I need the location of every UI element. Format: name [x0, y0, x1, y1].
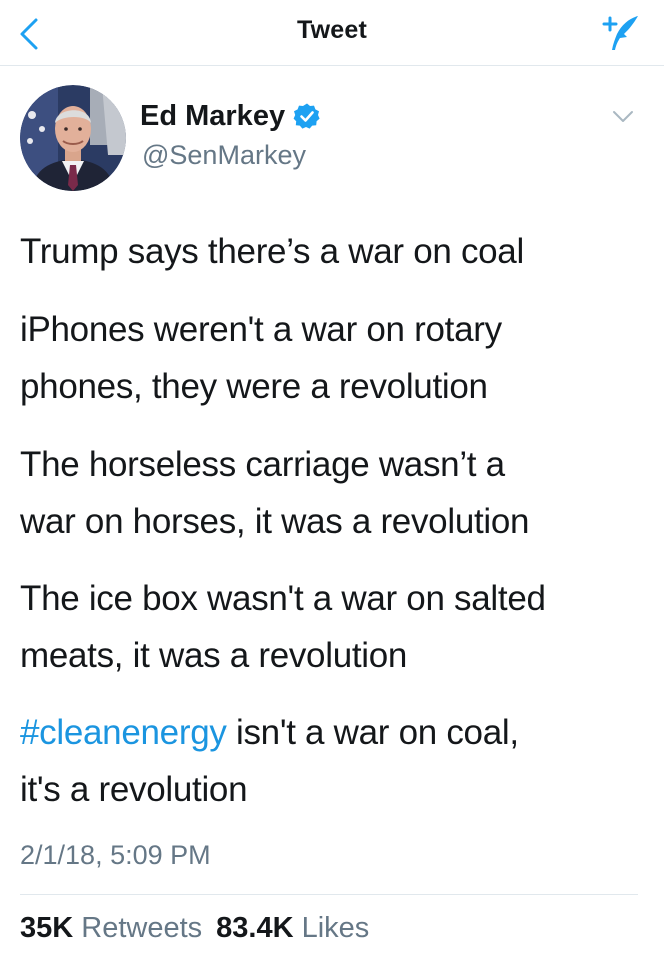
likes-stat[interactable]: 83.4K Likes: [216, 912, 369, 944]
author-name-text: Ed Markey: [140, 100, 286, 132]
tweet-timestamp: 2/1/18, 5:09 PM: [20, 840, 211, 870]
compose-tweet-icon: [602, 16, 638, 50]
top-nav-bar: Tweet: [0, 0, 664, 66]
tweet-text-line: iPhones weren't a war on rotary: [20, 310, 502, 349]
divider: [20, 894, 638, 895]
likes-label: Likes: [301, 912, 370, 944]
tweet-menu-button[interactable]: [608, 104, 638, 128]
verified-badge-icon: [293, 103, 320, 129]
compose-button[interactable]: [596, 10, 644, 58]
chevron-down-icon: [613, 111, 633, 122]
profile-photo: [20, 85, 126, 191]
tweet-stats: 35K Retweets 83.4K Likes: [20, 912, 383, 945]
page-title: Tweet: [297, 16, 367, 44]
retweets-label: Retweets: [81, 912, 203, 944]
avatar[interactable]: [20, 85, 126, 191]
likes-count: 83.4K: [216, 912, 294, 944]
tweet-text-line: #cleanenergy isn't a war on coal,: [20, 713, 519, 753]
tweet-text-line: phones, they were a revolution: [20, 367, 488, 406]
retweets-count: 35K: [20, 912, 74, 944]
author-name[interactable]: Ed Markey: [140, 99, 321, 133]
author-handle[interactable]: @SenMarkey: [142, 140, 306, 171]
tweet-text-segment: isn't a war on coal,: [226, 713, 519, 752]
hashtag-link[interactable]: #cleanenergy: [20, 713, 227, 752]
tweet-text-line: war on horses, it was a revolution: [20, 502, 530, 541]
retweets-stat[interactable]: 35K Retweets: [20, 912, 202, 944]
tweet-text-line: The horseless carriage wasn’t a: [20, 445, 505, 484]
tweet-text-line: it's a revolution: [20, 770, 248, 809]
tweet-text-line: meats, it was a revolution: [20, 636, 408, 675]
tweet-text-line: Trump says there’s a war on coal: [20, 232, 524, 271]
tweet-text-line: The ice box wasn't a war on salted: [20, 579, 546, 618]
